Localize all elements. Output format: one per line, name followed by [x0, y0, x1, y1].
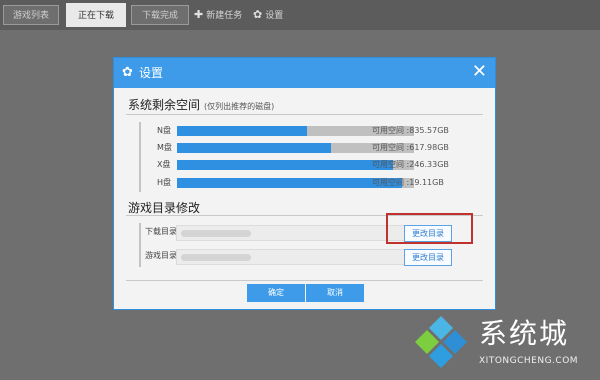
drive-label: N盘 — [157, 126, 171, 135]
disk-space-section-title: 系统剩余空间 (仅列出推荐的磁盘) — [128, 96, 274, 113]
watermark-url: XITONGCHENG.COM — [479, 356, 579, 366]
watermark-logo-icon — [415, 316, 467, 368]
gear-icon: ✿ — [253, 8, 263, 21]
top-tab-bar: 游戏列表 正在下载 下载完成 ✚ 新建任务 ✿ 设置 — [0, 0, 600, 30]
settings-button[interactable]: ✿ 设置 — [253, 5, 283, 25]
tab-download-complete[interactable]: 下载完成 — [131, 5, 189, 25]
game-dir-path — [176, 249, 411, 265]
drive-label: M盘 — [157, 143, 172, 152]
drive-usage-fill — [177, 160, 393, 170]
drive-free-space: 可用空间 :19.11GB — [372, 178, 444, 187]
plus-icon: ✚ — [194, 8, 204, 21]
drive-usage-fill — [177, 143, 332, 153]
settings-dialog: ✿ 设置 ✕ 系统剩余空间 (仅列出推荐的磁盘) N盘 可用空间 :835.57G… — [113, 57, 496, 310]
drive-label: X盘 — [157, 160, 171, 169]
highlight-box — [386, 213, 473, 244]
game-dir-row: 游戏目录 更改目录 — [139, 247, 469, 267]
drive-free-space: 可用空间 :617.98GB — [372, 143, 449, 152]
divider — [126, 114, 483, 115]
new-task-label: 新建任务 — [206, 11, 243, 21]
dialog-header: ✿ 设置 ✕ — [114, 58, 495, 88]
tab-downloading[interactable]: 正在下载 — [66, 3, 126, 27]
close-icon[interactable]: ✕ — [472, 63, 487, 81]
drive-label: H盘 — [157, 178, 172, 187]
game-dir-label: 游戏目录 — [145, 251, 177, 260]
dialog-title: 设置 — [139, 66, 164, 80]
confirm-button[interactable]: 确定 — [247, 284, 305, 302]
watermark: 系统城 XITONGCHENG.COM — [413, 304, 598, 378]
dir-section-title: 游戏目录修改 — [128, 201, 201, 215]
new-task-button[interactable]: ✚ 新建任务 — [194, 5, 242, 25]
drive-list-bracket — [139, 122, 141, 192]
drive-row: X盘 可用空间 :246.33GB — [114, 159, 497, 170]
drive-row: N盘 可用空间 :835.57GB — [114, 125, 497, 136]
disk-space-title: 系统剩余空间 — [128, 98, 201, 112]
download-dir-path — [176, 225, 411, 241]
drive-row: H盘 可用空间 :19.11GB — [114, 177, 497, 188]
drive-free-space: 可用空间 :835.57GB — [372, 126, 449, 135]
download-dir-label: 下载目录 — [145, 227, 177, 236]
settings-label: 设置 — [265, 11, 284, 21]
dir-list-bracket — [139, 223, 141, 267]
gear-icon: ✿ — [122, 65, 133, 80]
blurred-path — [181, 230, 251, 237]
drive-usage-fill — [177, 126, 308, 136]
watermark-name: 系统城 — [479, 317, 570, 350]
tab-game-list[interactable]: 游戏列表 — [3, 5, 59, 25]
drive-usage-fill — [177, 178, 403, 188]
disk-space-note: (仅列出推荐的磁盘) — [204, 102, 275, 111]
cancel-button[interactable]: 取消 — [306, 284, 364, 302]
blurred-path — [181, 254, 251, 261]
drive-free-space: 可用空间 :246.33GB — [372, 160, 449, 169]
divider — [126, 280, 483, 281]
drive-row: M盘 可用空间 :617.98GB — [114, 142, 497, 153]
change-game-dir-button[interactable]: 更改目录 — [404, 249, 452, 266]
